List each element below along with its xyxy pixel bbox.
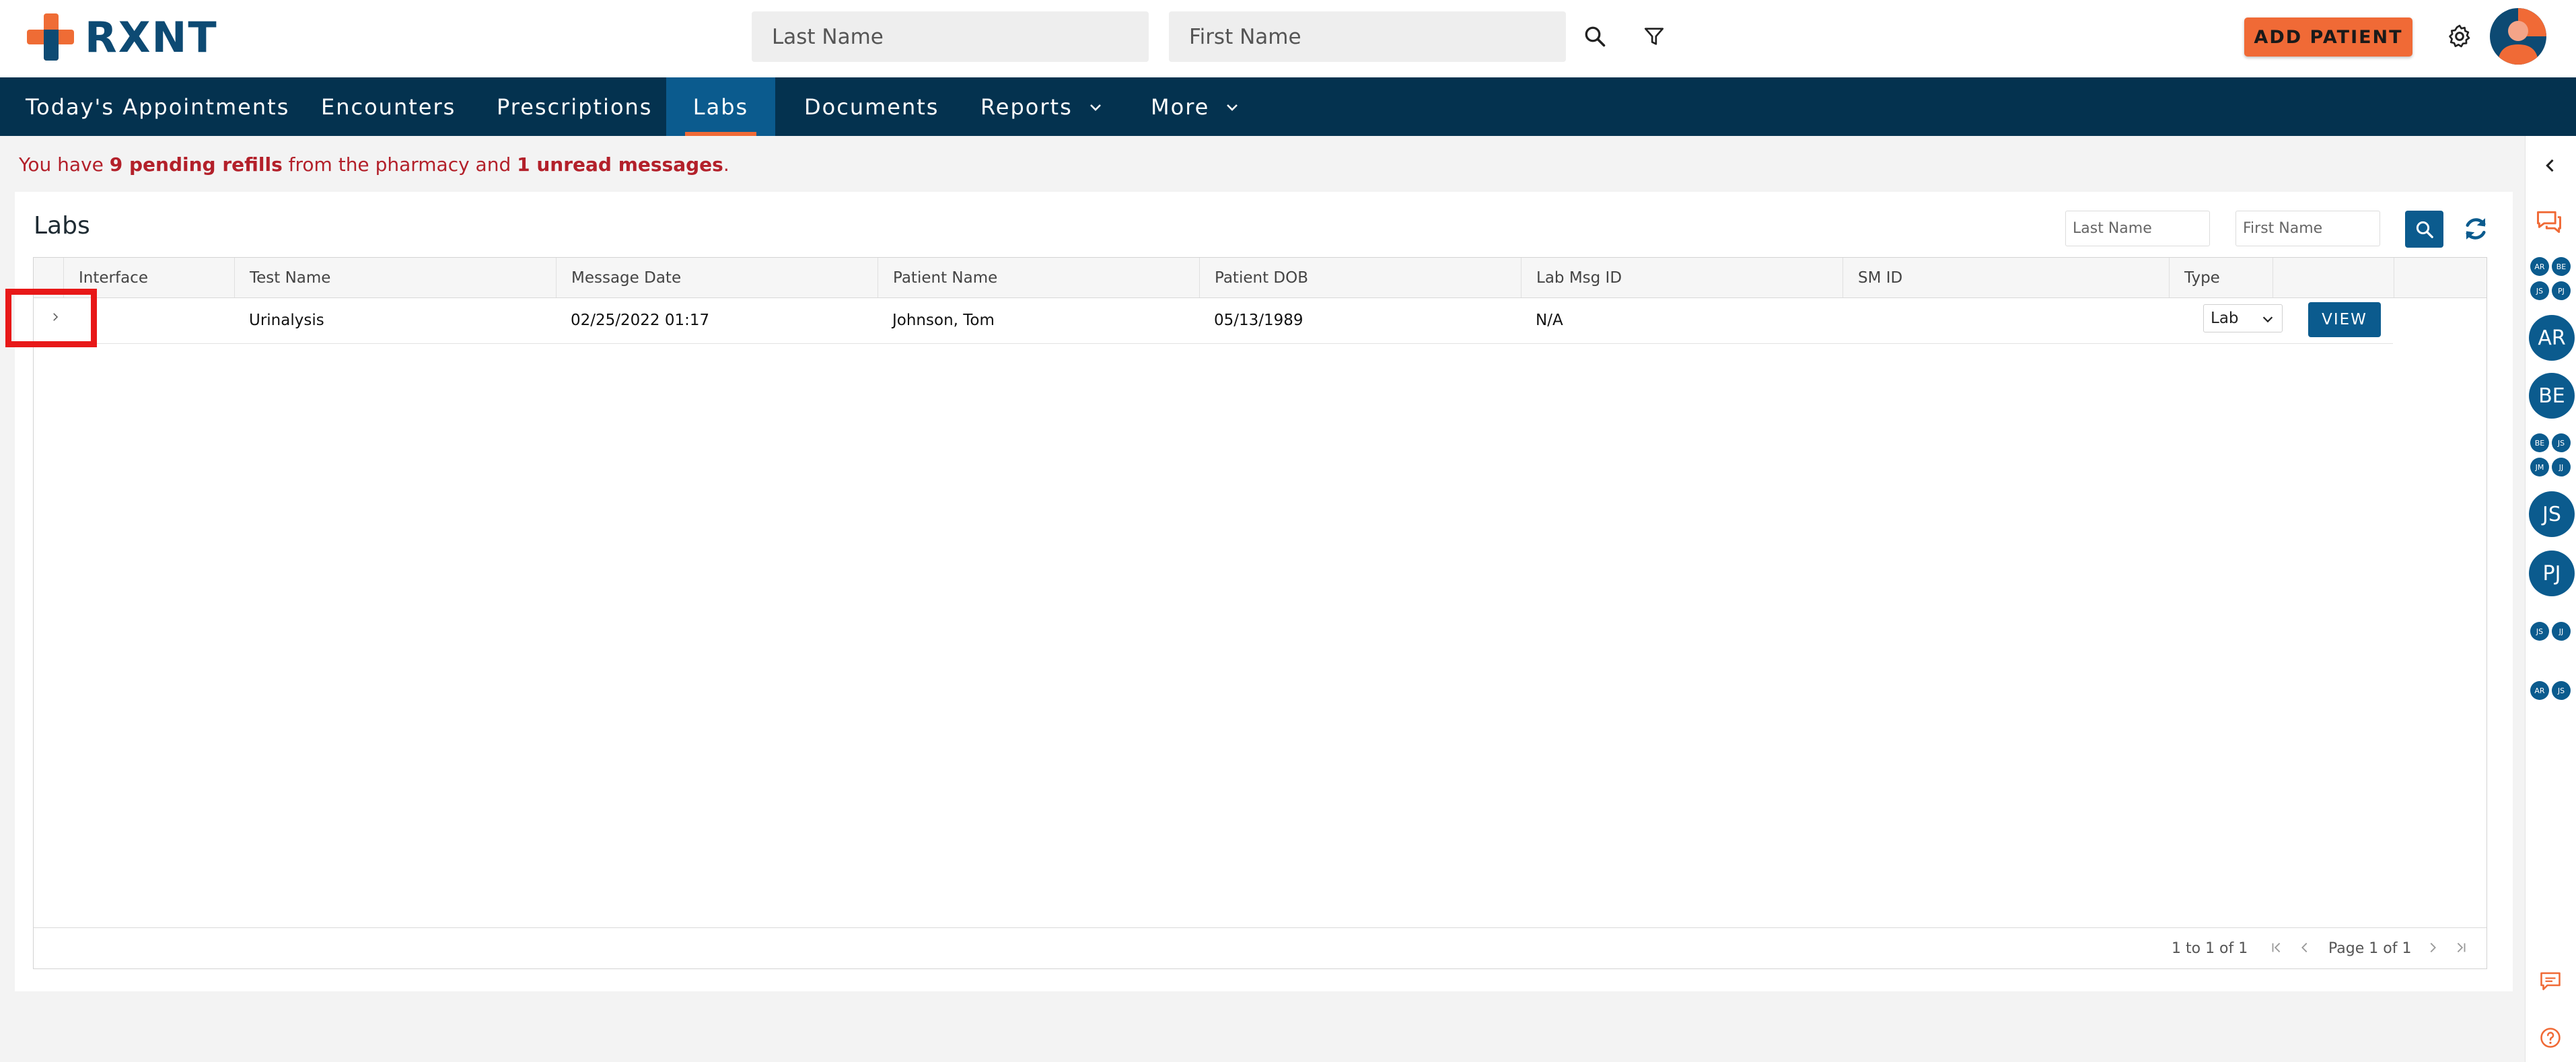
filter-icon[interactable]	[1635, 17, 1673, 55]
table-pagination: 1 to 1 of 1 Page 1 of 1	[34, 927, 2486, 969]
next-page-icon[interactable]	[2424, 939, 2441, 956]
column-header-lab-msg-id[interactable]: Lab Msg ID	[1521, 258, 1842, 297]
nav-item-prescriptions[interactable]: Prescriptions	[497, 77, 652, 136]
pending-refills-link[interactable]: 9 pending refills	[110, 153, 283, 176]
user-avatar[interactable]	[2490, 8, 2546, 65]
group-avatar-initials[interactable]: PJ	[2552, 281, 2571, 300]
unread-messages-link[interactable]: 1 unread messages	[517, 153, 723, 176]
nav-item-label: Today's Appointments	[26, 94, 290, 120]
help-icon[interactable]	[2538, 1026, 2563, 1053]
labs-search-button[interactable]	[2405, 211, 2443, 248]
patient-last-name-input[interactable]	[752, 11, 1149, 62]
table-header: Interface Test Name Message Date Patient…	[34, 258, 2486, 298]
add-patient-button[interactable]: ADD PATIENT	[2244, 17, 2412, 57]
main-nav: Today's Appointments Encounters Prescrip…	[0, 77, 2576, 136]
nav-item-label: Reports	[980, 94, 1073, 120]
nav-item-label: Labs	[692, 94, 749, 120]
column-header-sm-id[interactable]: SM ID	[1842, 258, 2169, 297]
pending-alert-message: You have 9 pending refills from the phar…	[19, 153, 729, 176]
last-page-icon[interactable]	[2452, 939, 2470, 956]
page-indicator: Page 1 of 1	[2328, 940, 2412, 957]
group-avatar-initials[interactable]: JJ	[2552, 622, 2571, 641]
chat-avatar-pj[interactable]: PJ	[2529, 551, 2575, 596]
rxnt-logo[interactable]: RXNT	[27, 12, 218, 62]
column-header-test-name[interactable]: Test Name	[234, 258, 556, 297]
view-button[interactable]: VIEW	[2308, 302, 2381, 337]
group-avatar-initials[interactable]: BE	[2530, 433, 2549, 452]
type-select-value: Lab	[2211, 310, 2239, 327]
top-header: RXNT ADD PATIENT	[0, 0, 2576, 77]
cell-lab-msg-id: N/A	[1536, 312, 1563, 329]
labs-first-name-input[interactable]	[2235, 211, 2380, 246]
chat-avatar-ar[interactable]: AR	[2529, 315, 2575, 361]
search-icon[interactable]	[1576, 17, 1614, 55]
chevron-down-icon	[1227, 104, 1238, 111]
column-header-spacer	[2394, 258, 2486, 297]
nav-item-label: Prescriptions	[497, 94, 653, 120]
group-avatar-initials[interactable]: JS	[2552, 433, 2571, 452]
alert-text: from the pharmacy and	[282, 153, 517, 176]
alert-text: You have	[19, 153, 110, 176]
group-avatar-initials[interactable]: JJ	[2552, 458, 2571, 476]
column-header-actions	[2273, 258, 2394, 297]
gear-icon[interactable]	[2439, 16, 2480, 57]
column-header-patient-dob[interactable]: Patient DOB	[1199, 258, 1521, 297]
cell-message-date: 02/25/2022 01:17	[571, 312, 710, 329]
group-avatar-initials[interactable]: BE	[2552, 257, 2571, 276]
page-title: Labs	[34, 212, 90, 240]
column-header-patient-name[interactable]: Patient Name	[878, 258, 1199, 297]
logo-text: RXNT	[85, 12, 218, 62]
chevron-down-icon	[2262, 316, 2273, 323]
group-avatar-initials[interactable]: JS	[2530, 622, 2549, 641]
labs-table: Interface Test Name Message Date Patient…	[33, 257, 2487, 969]
column-header-type[interactable]: Type	[2169, 258, 2273, 297]
patient-first-name-input[interactable]	[1169, 11, 1566, 62]
labs-last-name-input[interactable]	[2065, 211, 2210, 246]
refresh-icon[interactable]	[2459, 212, 2493, 246]
logo-cross-icon	[27, 13, 74, 61]
nav-item-label: More	[1151, 94, 1210, 120]
column-header-message-date[interactable]: Message Date	[556, 258, 878, 297]
nav-item-documents[interactable]: Documents	[804, 77, 939, 136]
labs-panel: Labs Interface Test Name Message Date Pa…	[15, 192, 2513, 991]
message-icon[interactable]	[2538, 969, 2563, 996]
cell-sm-id	[1842, 298, 2169, 343]
nav-item-label: Documents	[804, 94, 939, 120]
row-range-text: 1 to 1 of 1	[2172, 940, 2248, 957]
alert-text: .	[723, 153, 729, 176]
chevron-down-icon	[1089, 104, 1101, 111]
group-avatar-initials[interactable]: AR	[2530, 681, 2549, 700]
prev-page-icon[interactable]	[2296, 939, 2314, 956]
nav-item-more[interactable]: More	[1151, 77, 1240, 136]
table-row[interactable]: Urinalysis 02/25/2022 01:17 Johnson, Tom…	[34, 298, 2393, 344]
collapse-chevron-icon[interactable]	[2541, 156, 2560, 178]
group-avatar-initials[interactable]: JS	[2530, 281, 2549, 300]
nav-item-labs[interactable]: Labs	[666, 77, 775, 136]
nav-item-encounters[interactable]: Encounters	[321, 77, 456, 136]
cell-patient-dob: 05/13/1989	[1214, 312, 1303, 329]
chat-bubbles-icon[interactable]	[2534, 207, 2564, 240]
right-sidebar	[2525, 136, 2576, 1062]
chat-avatar-js[interactable]: JS	[2529, 491, 2575, 537]
cell-patient-name: Johnson, Tom	[892, 312, 995, 329]
nav-item-reports[interactable]: Reports	[980, 77, 1104, 136]
nav-item-todays-appointments[interactable]: Today's Appointments	[26, 77, 289, 136]
group-avatar-initials[interactable]: JM	[2530, 458, 2549, 476]
highlight-annotation-box	[5, 289, 97, 347]
search-icon	[2416, 221, 2433, 238]
nav-item-label: Encounters	[321, 94, 456, 120]
cell-test-name: Urinalysis	[249, 312, 324, 329]
type-select[interactable]: Lab	[2203, 304, 2283, 332]
group-avatar-initials[interactable]: JS	[2552, 681, 2571, 700]
chat-avatar-be[interactable]: BE	[2529, 373, 2575, 419]
group-avatar-initials[interactable]: AR	[2530, 257, 2549, 276]
first-page-icon[interactable]	[2268, 939, 2285, 956]
